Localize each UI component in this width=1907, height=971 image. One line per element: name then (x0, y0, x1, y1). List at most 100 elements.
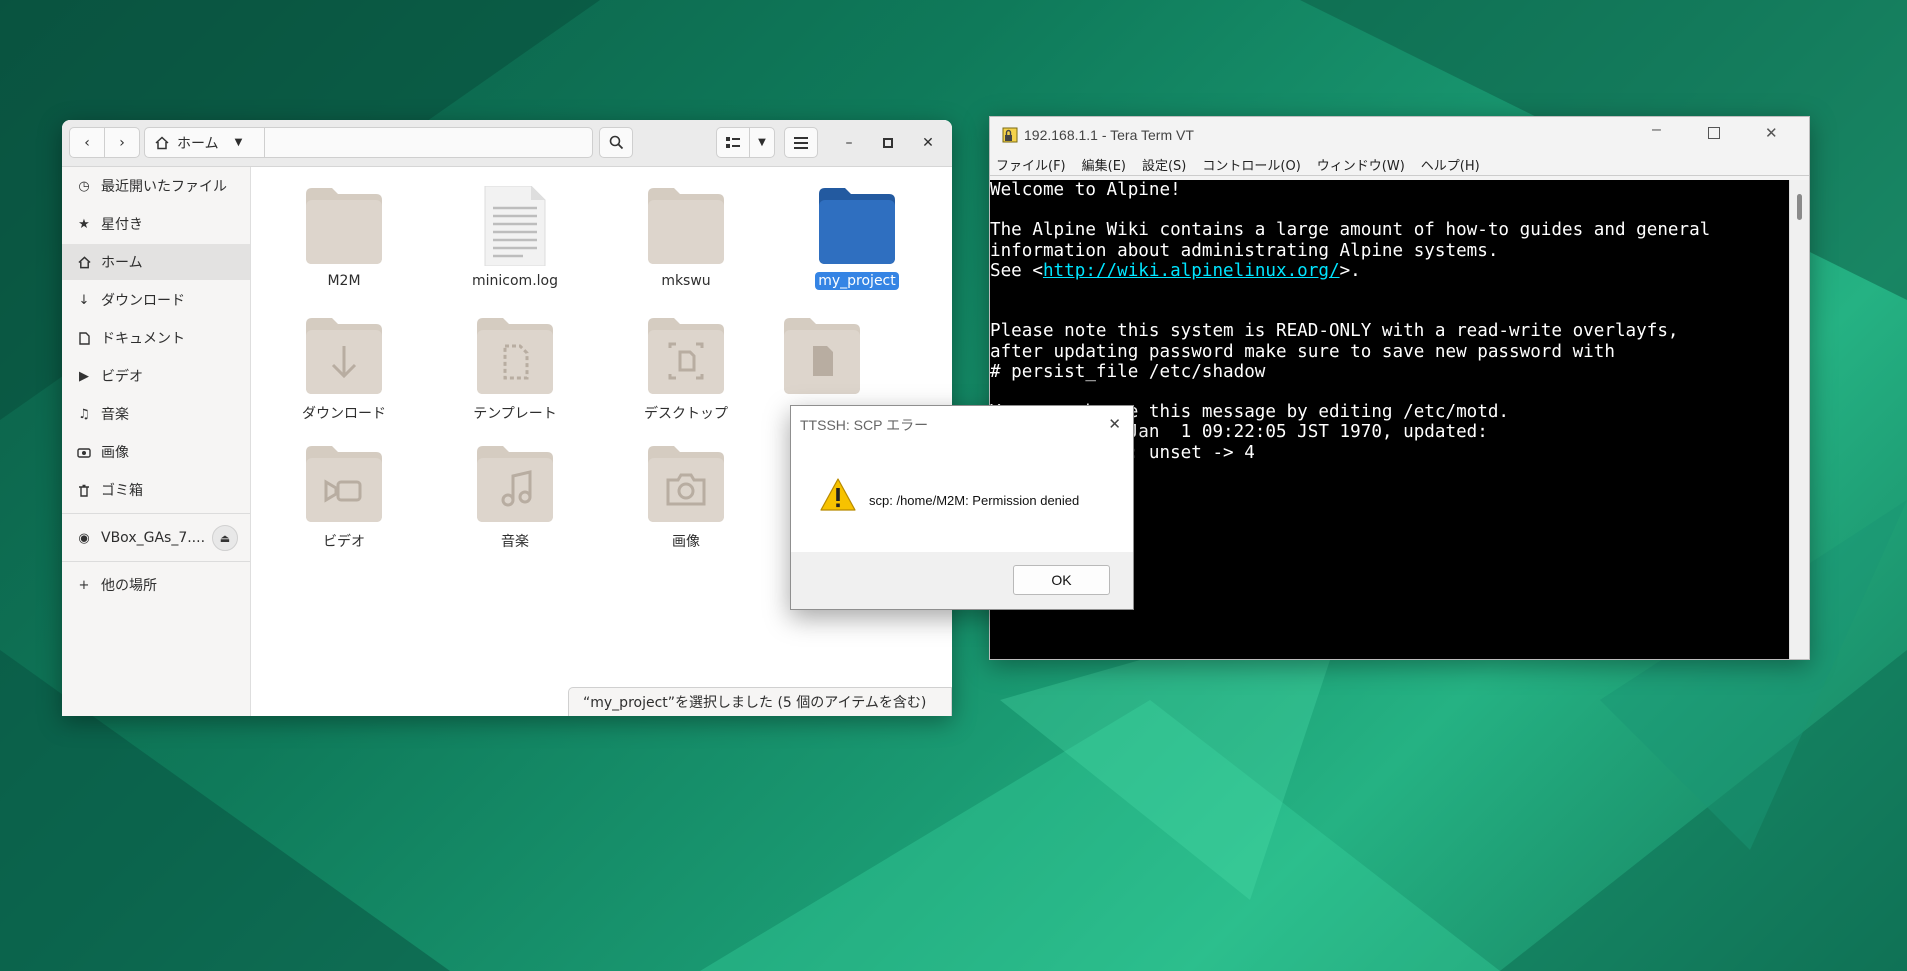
chevron-down-icon: ▼ (234, 137, 243, 148)
terminal-line: after updating password make sure to sav… (990, 341, 1615, 362)
menu-help[interactable]: ヘルプ(H) (1415, 155, 1490, 174)
sidebar-item-device[interactable]: ◉ VBox_GAs_7.... ⏏ (62, 520, 250, 556)
main-menu-button[interactable] (784, 127, 818, 158)
folder-image-icon (646, 444, 726, 524)
sidebar-item-pictures[interactable]: 画像 (62, 434, 250, 470)
menu-control[interactable]: コントロール(O) (1196, 155, 1310, 174)
back-button[interactable]: ‹ (69, 127, 105, 158)
sidebar-item-home[interactable]: ホーム (62, 244, 250, 280)
folder-music-icon (475, 444, 555, 524)
close-icon: ✕ (1765, 125, 1778, 142)
file-label: minicom.log (472, 273, 558, 289)
file-label: テンプレート (473, 406, 557, 422)
close-button[interactable]: ✕ (1765, 124, 1778, 142)
status-bar: “my_project”を選択しました (5 個のアイテムを含む) (568, 687, 952, 716)
path-home-segment[interactable]: ホーム ▼ (145, 128, 265, 157)
terminal-line: Welcome to Alpine! (990, 180, 1181, 200)
dialog-close-button[interactable]: ✕ (1108, 415, 1121, 433)
file-item-mkswu[interactable]: mkswu (611, 186, 761, 290)
file-item-my-project[interactable]: my_project (782, 186, 932, 290)
teraterm-lock-icon (1002, 127, 1018, 143)
folder-download-icon (304, 316, 384, 396)
file-label: 音楽 (501, 534, 529, 550)
sidebar-item-documents[interactable]: ドキュメント (62, 320, 250, 356)
file-item-minicom-log[interactable]: minicom.log (440, 185, 590, 290)
file-label: my_project (815, 272, 899, 290)
scrollbar-thumb[interactable] (1797, 194, 1802, 220)
close-icon: ✕ (922, 135, 934, 151)
scrollbar[interactable] (1789, 180, 1809, 659)
file-label: ダウンロード (302, 406, 386, 422)
clock-icon: ◷ (78, 178, 90, 194)
sidebar-item-label: ビデオ (101, 369, 143, 385)
image-icon (76, 444, 92, 460)
minimize-icon: – (1652, 121, 1661, 138)
maximize-icon (1708, 127, 1720, 139)
menu-window[interactable]: ウィンドウ(W) (1311, 155, 1415, 174)
path-home-label: ホーム (177, 135, 219, 152)
file-label: M2M (327, 273, 361, 289)
terminal-line: information about administrating Alpine … (990, 240, 1499, 261)
menu-setup[interactable]: 設定(S) (1136, 155, 1196, 174)
wiki-link[interactable]: http://wiki.alpinelinux.org/ (1043, 261, 1340, 281)
view-mode-button[interactable] (716, 127, 750, 158)
sidebar-item-trash[interactable]: ゴミ箱 (62, 472, 250, 508)
sidebar-item-downloads[interactable]: ↓ ダウンロード (62, 282, 250, 318)
file-item-templates[interactable]: テンプレート (440, 316, 590, 424)
minimize-button[interactable]: – (1652, 121, 1661, 139)
video-icon: ▶ (79, 368, 89, 384)
file-item-videos[interactable]: ビデオ (269, 444, 419, 552)
file-item-downloads[interactable]: ダウンロード (269, 316, 419, 424)
sidebar-item-recent[interactable]: ◷ 最近開いたファイル (62, 168, 250, 204)
home-icon (76, 254, 92, 270)
star-icon: ★ (78, 216, 90, 232)
minimize-button[interactable]: – (837, 131, 861, 155)
ok-button[interactable]: OK (1013, 565, 1110, 595)
maximize-button[interactable] (876, 131, 900, 155)
sidebar-item-label: ホーム (101, 255, 143, 271)
sidebar: ◷ 最近開いたファイル ★ 星付き ホーム ↓ ダウンロード ドキュメント ▶ … (62, 167, 251, 716)
plus-icon: + (78, 577, 90, 593)
menu-file[interactable]: ファイル(F) (990, 155, 1076, 174)
file-item-desktop[interactable]: デスクトップ (611, 316, 761, 424)
search-icon (609, 135, 623, 150)
dialog-title: TTSSH: SCP エラー (800, 417, 929, 433)
download-icon: ↓ (78, 292, 90, 308)
terminal-line: Please note this system is READ-ONLY wit… (990, 321, 1679, 342)
chevron-right-icon: › (119, 134, 125, 151)
folder-desktop-icon (646, 316, 726, 396)
folder-icon (304, 186, 384, 266)
path-bar[interactable]: ホーム ▼ (144, 127, 593, 158)
scp-error-dialog: TTSSH: SCP エラー ✕ scp: /home/M2M: Permiss… (790, 405, 1134, 610)
file-item-pictures[interactable]: 画像 (611, 444, 761, 552)
sidebar-item-videos[interactable]: ▶ ビデオ (62, 358, 250, 394)
sidebar-item-music[interactable]: ♫ 音楽 (62, 396, 250, 432)
eject-icon: ⏏ (219, 531, 231, 545)
search-button[interactable] (599, 127, 633, 158)
dialog-title-bar: TTSSH: SCP エラー ✕ (791, 406, 1133, 444)
sidebar-item-label: 最近開いたファイル (101, 179, 227, 195)
file-item-m2m[interactable]: M2M (269, 186, 419, 290)
folder-icon (817, 186, 897, 266)
sidebar-separator (62, 513, 250, 514)
document-icon (76, 330, 92, 346)
sidebar-item-label: 他の場所 (101, 578, 157, 594)
sidebar-item-starred[interactable]: ★ 星付き (62, 206, 250, 242)
eject-button[interactable]: ⏏ (212, 525, 238, 551)
file-item-music[interactable]: 音楽 (440, 444, 590, 552)
view-options-button[interactable]: ▼ (749, 127, 775, 158)
close-button[interactable]: ✕ (916, 131, 940, 155)
dialog-message: scp: /home/M2M: Permission denied (869, 493, 1080, 508)
home-icon (155, 135, 169, 149)
menu-edit[interactable]: 編集(E) (1076, 155, 1136, 174)
sidebar-item-label: 画像 (101, 445, 129, 461)
music-icon: ♫ (78, 406, 90, 422)
forward-button[interactable]: › (104, 127, 140, 158)
window-title: 192.168.1.1 - Tera Term VT (1024, 127, 1194, 143)
trash-icon (76, 482, 92, 498)
file-item-documents[interactable] (782, 316, 862, 396)
maximize-button[interactable] (1708, 126, 1720, 142)
sidebar-item-other-places[interactable]: + 他の場所 (62, 567, 250, 603)
